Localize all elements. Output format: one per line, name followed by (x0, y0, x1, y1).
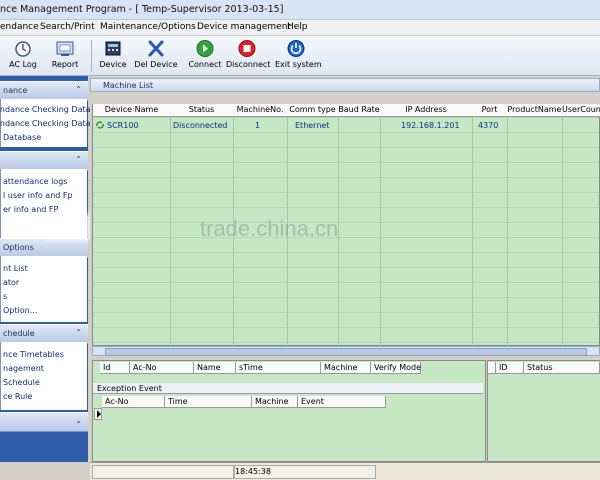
device-status-icon (96, 121, 104, 129)
status-panel (487, 360, 600, 462)
col-exc-machine[interactable]: Machine (252, 396, 298, 408)
cell-machine-no: 1 (255, 121, 261, 130)
sidebar-section-data[interactable]: ⌃ (0, 151, 88, 171)
disconnect-button[interactable]: Disconnect (226, 38, 270, 74)
sidebar-item-attendance-rule[interactable]: ce Rule (3, 392, 32, 401)
col-status[interactable]: Status (170, 104, 234, 117)
col-comm-type[interactable]: Comm type (287, 104, 339, 117)
sidebar-section-schedule[interactable]: chedule ⌃ (0, 324, 88, 344)
col-stime[interactable]: sTime (236, 362, 321, 374)
sidebar-section-collapsed[interactable]: ⌄ (0, 412, 88, 432)
row-pointer-icon (97, 410, 101, 418)
col-machine-no[interactable]: MachineNo. (233, 104, 288, 117)
exception-header: Exception Event (93, 383, 483, 394)
col-ac-no[interactable]: Ac-No (130, 362, 194, 374)
exit-system-button[interactable]: Exit system (275, 38, 322, 74)
sidebar-item-user-info-fp[interactable]: l user info and Fp (3, 191, 73, 200)
screen-glare (46, 214, 90, 240)
sidebar-item-attendance-checking-data-2[interactable]: endance Checking Data (0, 119, 91, 128)
col-exc-time[interactable]: Time (165, 396, 252, 408)
sidebar-item-user-info-fp-2[interactable]: er info and FP (3, 205, 58, 214)
sidebar-item-employee-schedule[interactable]: Schedule (3, 378, 40, 387)
col-verify-mode[interactable]: Verify Mode (371, 362, 421, 374)
col-name[interactable]: Name (194, 362, 236, 374)
expand-icon[interactable]: ⌄ (75, 416, 82, 425)
collapse-icon[interactable]: ⌃ (75, 155, 82, 164)
sidebar-item-settings[interactable]: s (3, 292, 7, 301)
ac-log-button[interactable]: AC Log (6, 38, 40, 74)
report-button[interactable]: Report (48, 38, 82, 74)
del-device-button[interactable]: Del Device (134, 38, 178, 74)
exit-icon (287, 40, 305, 57)
col-blank (488, 362, 496, 374)
sidebar-section-options[interactable]: Options (0, 238, 88, 258)
status-time: 18:45:38 (234, 465, 376, 479)
col-port[interactable]: Port (472, 104, 508, 117)
scrollbar-thumb[interactable] (105, 348, 587, 356)
col-machine[interactable]: Machine (321, 362, 371, 374)
col-device-name[interactable]: Device Name (93, 104, 171, 117)
machine-list-grid[interactable] (92, 104, 600, 346)
col-exc-ac-no[interactable]: Ac-No (102, 396, 165, 408)
menu-search-print[interactable]: Search/Print (40, 22, 95, 32)
cell-status: Disconnected (173, 121, 228, 130)
sidebar-section-body: nt List ator s Option... (0, 256, 87, 322)
menu-maintenance-options[interactable]: Maintenance/Options (100, 22, 196, 32)
cell-ip-address: 192.168.1.201 (401, 121, 460, 130)
row-indicator (94, 408, 102, 420)
report-icon (56, 41, 74, 56)
sidebar-item-database[interactable]: Database (3, 133, 41, 142)
cell-device-name: SCR100 (107, 121, 139, 130)
device-icon (105, 41, 121, 56)
log-panel (92, 360, 486, 462)
device-button[interactable]: Device (96, 38, 130, 74)
connect-button[interactable]: Connect (187, 38, 223, 74)
horizontal-scrollbar[interactable] (92, 346, 600, 356)
sidebar-item-shift-management[interactable]: nagement (3, 364, 44, 373)
ac-log-icon (15, 41, 31, 57)
status-bar: 18:45:38 (90, 462, 600, 480)
sidebar-section-attendance[interactable]: nance ⌃ (0, 81, 88, 101)
sidebar-section-body: endance Checking Data endance Checking D… (0, 99, 91, 147)
menu-attendance[interactable]: endance (0, 22, 39, 32)
sidebar: nance ⌃ endance Checking Data endance Ch… (0, 76, 91, 462)
machine-list-header: Machine List (90, 78, 600, 92)
col-right-status[interactable]: Status (524, 362, 600, 374)
disconnect-icon (238, 40, 256, 57)
menu-device-management[interactable]: Device management (197, 22, 291, 32)
col-ip-address[interactable]: IP Address (380, 104, 473, 117)
del-device-icon (148, 40, 164, 57)
col-right-id[interactable]: ID (496, 362, 524, 374)
table-row[interactable] (93, 118, 600, 132)
toolbar: AC Log Report Device Del Device Connect … (0, 36, 600, 76)
col-product-name[interactable]: ProductName (507, 104, 563, 117)
sidebar-item-administrator[interactable]: ator (3, 278, 19, 287)
sidebar-item-timetables[interactable]: nce Timetables (3, 350, 64, 359)
col-user-count[interactable]: UserCount (562, 104, 600, 117)
connect-icon (196, 40, 214, 57)
cell-port: 4370 (478, 121, 499, 130)
sidebar-item-attendance-logs[interactable]: attendance logs (3, 177, 67, 186)
collapse-icon[interactable]: ⌃ (75, 85, 82, 94)
sidebar-section-body: nce Timetables nagement Schedule ce Rule (0, 342, 87, 410)
exception-title: Exception Event (97, 384, 162, 393)
watermark: trade.china.cn (200, 216, 339, 241)
menu-bar: endance Search/Print Maintenance/Options… (0, 20, 600, 36)
col-baud-rate[interactable]: Baud Rate (338, 104, 381, 117)
title-bar: nce Management Program - [ Temp-Supervis… (0, 0, 600, 20)
sidebar-item-option[interactable]: Option... (3, 306, 37, 315)
menu-help[interactable]: Help (287, 22, 308, 32)
collapse-icon[interactable]: ⌃ (75, 328, 82, 337)
window-title: nce Management Program - [ Temp-Supervis… (0, 4, 284, 15)
col-id[interactable]: Id (100, 362, 130, 374)
cell-comm-type: Ethernet (295, 121, 330, 130)
sidebar-item-department-list[interactable]: nt List (3, 264, 28, 273)
machine-list-title: Machine List (103, 81, 154, 90)
col-exc-event[interactable]: Event (298, 396, 386, 408)
sidebar-item-attendance-checking-data[interactable]: endance Checking Data (0, 105, 91, 114)
